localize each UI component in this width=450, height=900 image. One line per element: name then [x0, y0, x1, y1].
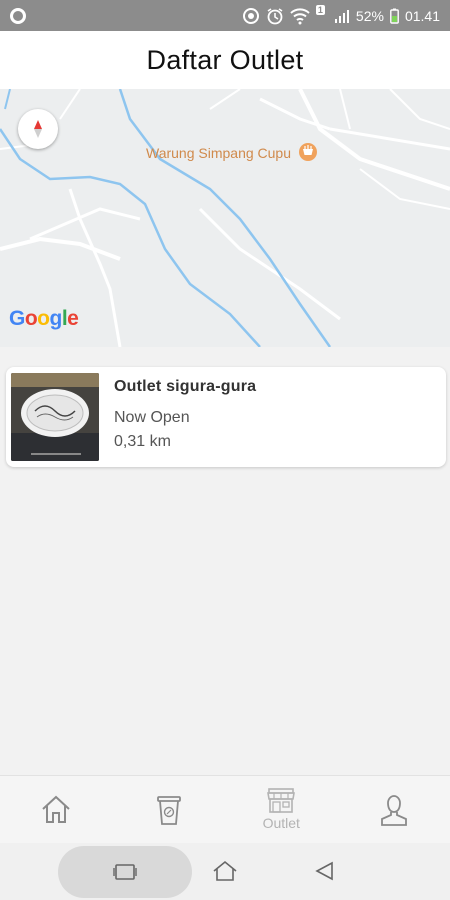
- recent-apps-icon: [113, 864, 137, 880]
- outlet-thumbnail: [11, 373, 99, 461]
- alarm-icon: [266, 7, 284, 25]
- notification-badge: 1: [315, 4, 325, 15]
- bottom-nav: Outlet: [0, 775, 450, 843]
- google-logo: Google: [9, 307, 79, 330]
- user-icon: [380, 794, 407, 826]
- wifi-icon: [290, 7, 310, 25]
- battery-percent: 52%: [355, 7, 384, 24]
- back-triangle-icon: [315, 861, 333, 881]
- status-bar: 1 52% 01.41: [0, 0, 450, 31]
- outlet-card[interactable]: Outlet sigura-gura Now Open 0,31 km: [6, 367, 446, 467]
- home-system-button[interactable]: [212, 859, 238, 888]
- restaurant-pin-icon: [299, 143, 318, 161]
- map-view[interactable]: Warung Simpang Cupu Google: [0, 89, 450, 347]
- signal-icon: [334, 8, 350, 24]
- outlet-distance: 0,31 km: [114, 433, 171, 450]
- compass-icon: [34, 120, 42, 138]
- clock-time: 01.41: [404, 7, 440, 24]
- outlet-status: Now Open: [114, 409, 190, 426]
- system-nav-bar: [0, 843, 450, 900]
- outlet-name: Outlet sigura-gura: [114, 378, 257, 395]
- nav-outlet-label: Outlet: [262, 815, 300, 831]
- nav-home[interactable]: [0, 776, 113, 843]
- sync-icon: [242, 7, 260, 25]
- compass-button[interactable]: [18, 109, 58, 149]
- back-button[interactable]: [313, 860, 335, 887]
- page-title: Daftar Outlet: [146, 44, 304, 75]
- header: Daftar Outlet: [0, 31, 450, 89]
- home-outline-icon: [213, 860, 237, 881]
- home-icon: [42, 795, 70, 823]
- recent-apps-button[interactable]: [58, 846, 192, 898]
- battery-icon: [390, 8, 399, 24]
- nav-outlet[interactable]: Outlet: [225, 776, 338, 843]
- map-poi[interactable]: Warung Simpang Cupu: [146, 142, 319, 164]
- nav-order[interactable]: [113, 776, 226, 843]
- nav-profile[interactable]: [338, 776, 450, 843]
- sim-badge-icon: 1: [315, 4, 328, 25]
- coffee-cup-icon: [156, 795, 181, 825]
- store-icon: [267, 788, 296, 813]
- poi-label: Warung Simpang Cupu: [146, 145, 292, 161]
- notification-circle-icon: [10, 7, 26, 24]
